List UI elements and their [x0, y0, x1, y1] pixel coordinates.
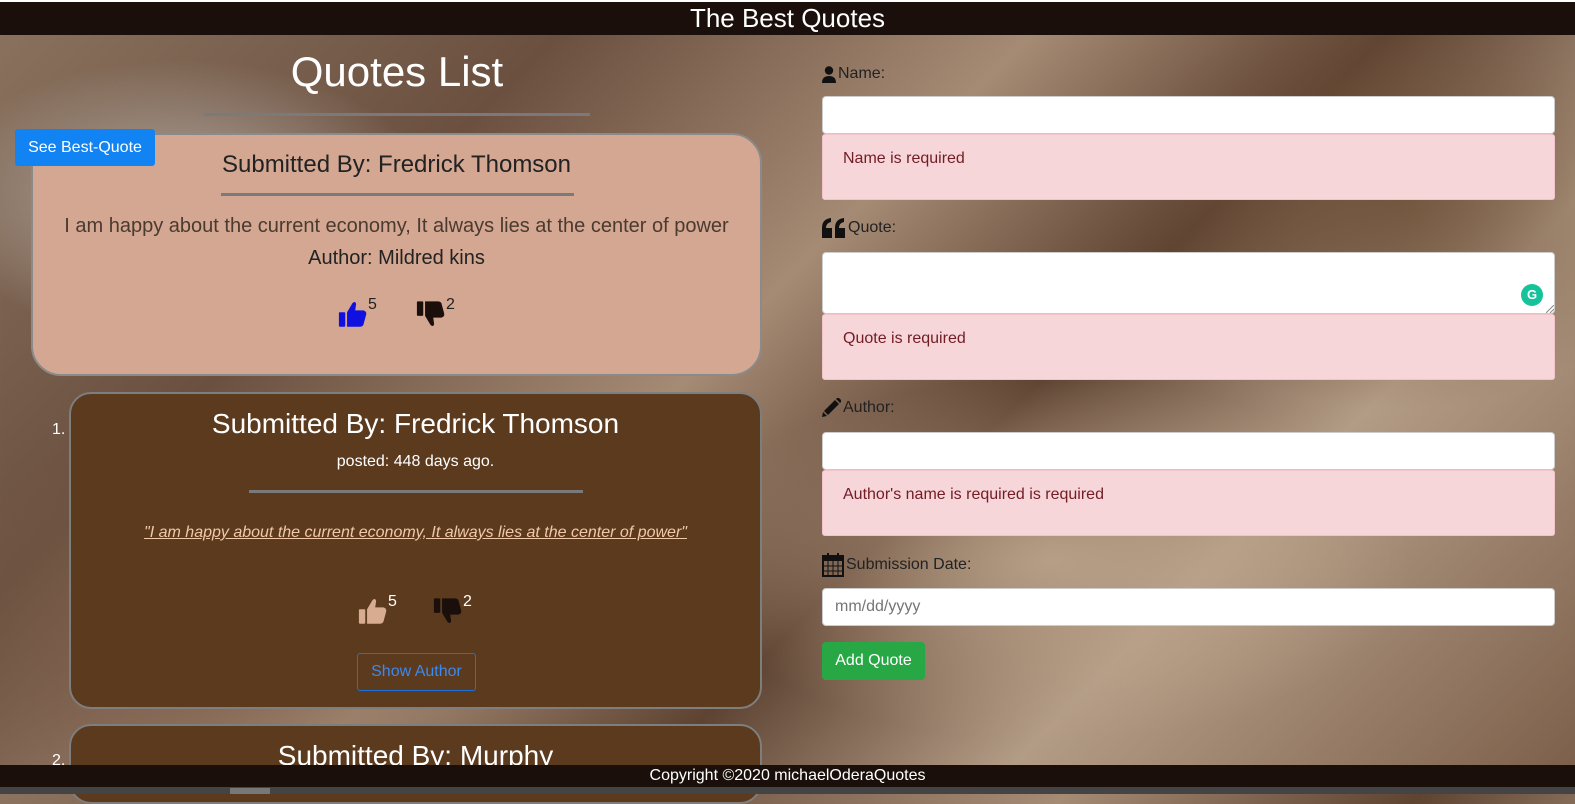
thumbs-up-icon — [358, 598, 387, 624]
quote-downvote[interactable]: 2 — [433, 593, 472, 625]
best-quote-author: Author: Mildred kins — [308, 247, 485, 269]
submission-date-input[interactable] — [822, 588, 1555, 626]
author-label: Author: — [822, 398, 895, 417]
site-header: The Best Quotes — [0, 0, 1575, 35]
best-quote-downvote-count: 2 — [446, 296, 455, 313]
author-error-alert: Author's name is required is required — [822, 470, 1555, 536]
name-label: Name: — [822, 65, 885, 83]
quote-error-alert: Quote is required — [822, 314, 1555, 380]
quote-text: "I am happy about the current economy, I… — [144, 524, 687, 541]
best-quote-upvote-count: 5 — [368, 296, 377, 313]
best-quote-divider — [221, 193, 574, 196]
quote-label: Quote: — [822, 218, 896, 238]
quote-divider — [249, 490, 583, 493]
best-quote-card: Submitted By: Fredrick Thomson I am happ… — [31, 133, 762, 376]
author-input[interactable] — [822, 432, 1555, 470]
site-title: The Best Quotes — [689, 3, 886, 33]
show-author-button[interactable]: Show Author — [357, 653, 476, 691]
copyright-text: Copyright ©2020 michaelOderaQuotes — [649, 767, 926, 784]
name-input[interactable] — [822, 96, 1555, 134]
quote-posted-time: posted: 448 days ago. — [336, 453, 495, 470]
best-quote-downvote[interactable]: 2 — [416, 296, 455, 328]
calendar-icon — [822, 553, 844, 577]
quote-card: Submitted By: Fredrick Thomson posted: 4… — [69, 392, 762, 709]
resize-handle-icon[interactable] — [1546, 305, 1554, 313]
submission-date-label-text: Submission Date: — [846, 556, 972, 573]
quote-upvote[interactable]: 5 — [358, 593, 397, 625]
strip-tab — [230, 788, 270, 794]
best-quote-upvote[interactable]: 5 — [338, 296, 377, 328]
title-divider — [204, 113, 590, 116]
grammarly-icon[interactable]: G — [1521, 284, 1543, 306]
thumbs-up-icon — [338, 301, 367, 327]
quote-label-text: Quote: — [848, 219, 897, 236]
quote-submitted-by: Submitted By: Fredrick Thomson — [211, 408, 620, 439]
quote-downvote-count: 2 — [463, 593, 472, 610]
author-label-text: Author: — [843, 398, 895, 416]
thumbs-down-icon — [416, 301, 445, 327]
quote-textarea[interactable] — [822, 252, 1555, 314]
pencil-icon — [822, 398, 841, 417]
submission-date-label: Submission Date: — [822, 553, 971, 577]
quote-left-icon — [822, 218, 845, 238]
quotes-list-title: Quotes List — [290, 48, 504, 95]
quote-upvote-count: 5 — [388, 593, 397, 610]
see-best-quote-button[interactable]: See Best-Quote — [15, 129, 155, 166]
list-item-number: 1. — [52, 421, 66, 438]
bottom-strip — [0, 787, 1575, 794]
name-label-text: Name: — [838, 65, 886, 82]
user-icon — [822, 65, 836, 83]
site-footer: Copyright ©2020 michaelOderaQuotes — [0, 765, 1575, 787]
best-quote-text: I am happy about the current economy, It… — [64, 215, 729, 237]
thumbs-down-icon — [433, 598, 462, 624]
name-error-alert: Name is required — [822, 134, 1555, 200]
add-quote-button[interactable]: Add Quote — [822, 642, 925, 680]
